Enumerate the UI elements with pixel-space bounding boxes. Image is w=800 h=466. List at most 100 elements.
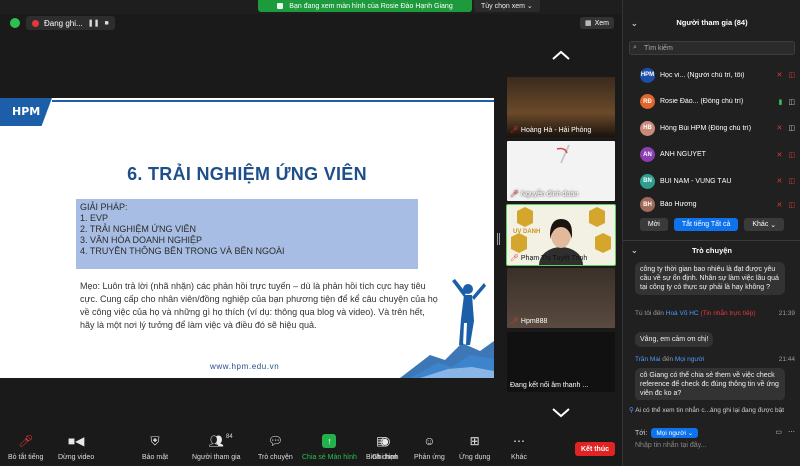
apps-label: Ứng dụng	[459, 454, 491, 461]
grid-icon: ▦	[585, 20, 592, 27]
unmute-label: Bỏ tắt tiếng	[8, 454, 44, 461]
hpm-logo: HPM	[12, 105, 41, 118]
chat-recipient[interactable]: Hoà Võ HC	[666, 310, 699, 317]
unmute-button[interactable]: 🎤︎ Bỏ tắt tiếng	[8, 434, 43, 461]
screen-share-banner: Bạn đang xem màn hình của Rosie Đào Hạnh…	[258, 0, 472, 12]
shared-slide: HPM 6. TRẢI NGHIỆM ỨNG VIÊN GIẢI PHÁP: 1…	[0, 98, 494, 378]
participants-header: ⌄ Người tham gia (84)	[623, 18, 800, 32]
mic-muted-icon: 🎤︎	[18, 434, 34, 448]
video-tile-active-speaker[interactable]: UV DANH 🎤︎ Phạm Thị Tuyết Trinh	[506, 204, 616, 266]
video-on-icon: ◫	[788, 125, 795, 132]
participant-row[interactable]: BH Bảo Hương ✕ ◫	[623, 195, 800, 215]
chat-tools: ▭ ⋯	[775, 428, 795, 436]
chat-meta: Tú tôi đến Hoà Võ HC (Tin nhắn trực tiếp…	[635, 310, 795, 317]
mic-muted-icon: ✕	[776, 201, 783, 209]
side-panel: ⌄ Người tham gia (84) ⌕ Tìm kiếm HPM Học…	[622, 0, 800, 466]
mic-muted-icon: ✕	[776, 178, 783, 185]
end-meeting-button[interactable]: Kết thúc	[575, 442, 615, 456]
participant-name: Rosie Đào... (Đồng chủ trì)	[660, 98, 744, 106]
video-tile[interactable]: 🎤︎ Nguyễn đình đoàn	[507, 141, 615, 201]
stop-icon[interactable]: ■	[104, 20, 108, 27]
solution-item: 4. TRUYỀN THÔNG BÊN TRONG VÀ BÊN NGOÀI	[80, 246, 285, 256]
victory-figure-illustration	[400, 279, 494, 378]
gallery-resize-handle[interactable]	[497, 233, 500, 245]
mute-all-button[interactable]: Tắt tiếng Tất cả	[673, 218, 739, 231]
pause-icon[interactable]: ❚❚	[88, 19, 100, 27]
participant-row[interactable]: HPM Học vi... (Người chủ trì, tôi) ✕ ◫	[623, 62, 800, 89]
chat-message: cô Giang có thể chia sẻ them về việc che…	[635, 368, 785, 400]
chat-sender: Trần Mai	[635, 356, 661, 363]
participant-row[interactable]: BN BÙI NAM - VŨNG TÀU ✕ ◫	[623, 168, 800, 195]
participant-name: BÙI NAM - VŨNG TÀU	[660, 177, 732, 185]
participants-search-input[interactable]: ⌕ Tìm kiếm	[629, 41, 795, 55]
collapse-chevron-icon[interactable]: ⌄	[631, 19, 638, 28]
recording-indicator: Đang ghi... ❚❚ ■	[10, 15, 115, 31]
chat-recipient[interactable]: Mọi người	[675, 356, 705, 363]
chat-sender: Tú tôi	[635, 310, 652, 317]
chat-messages[interactable]: công ty thời gian bao nhiêu là đạt được …	[623, 258, 800, 400]
view-layout-button[interactable]: ▦ Xem	[580, 17, 615, 29]
more-button[interactable]: ⋯ Khác	[511, 434, 527, 461]
recipient-select[interactable]: Mọi người ⌄	[651, 428, 699, 438]
slide-title: 6. TRẢI NGHIỆM ỨNG VIÊN	[127, 164, 367, 184]
solution-box: GIẢI PHÁP: 1. EVP 2. TRẢI NGHIỆM ỨNG VIÊ…	[76, 199, 418, 269]
apps-button[interactable]: ⊞ Ứng dụng	[459, 434, 490, 461]
stop-video-button[interactable]: ■◀ Dừng video	[58, 434, 94, 461]
more-label: Khác	[752, 221, 769, 228]
mic-muted-icon: 🎤︎	[510, 127, 519, 134]
chat-icon: 💬︎	[267, 434, 283, 448]
avatar: BH	[640, 197, 655, 212]
gallery-scroll-up-icon[interactable]	[551, 50, 571, 60]
security-label: Bảo mật	[142, 454, 169, 461]
record-label: Ghi hình	[372, 454, 399, 461]
reactions-button[interactable]: ☺ Phản ứng	[414, 434, 445, 461]
participants-button[interactable]: 👥︎ 84 Người tham gia	[192, 434, 241, 461]
recording-label: Đang ghi...	[44, 18, 83, 28]
video-tile[interactable]: 🎤︎ Hoàng Hà - Hải Phòng	[507, 77, 615, 137]
file-icon[interactable]: ▭	[775, 428, 782, 436]
avatar: HB	[640, 120, 655, 136]
tile-logo-text: UV DANH	[513, 229, 541, 235]
mic-muted-icon: ✕	[776, 72, 783, 79]
chat-button[interactable]: 💬︎ Trò chuyện	[258, 434, 293, 461]
security-button[interactable]: ⛨ Bảo mật	[142, 434, 168, 461]
participant-row[interactable]: RĐ Rosie Đào... (Đồng chủ trì) ▮ ◫	[623, 89, 800, 116]
video-tile[interactable]: Đang kết nối âm thanh ...	[507, 332, 615, 392]
more-options-icon[interactable]: ⋯	[788, 428, 795, 436]
encryption-shield-icon	[10, 18, 20, 28]
mic-muted-icon: ✕	[776, 151, 783, 159]
record-button[interactable]: ◉ Ghi hình	[372, 434, 398, 461]
recipient-value: Mọi người	[656, 430, 686, 437]
recording-pill[interactable]: Đang ghi... ❚❚ ■	[26, 16, 115, 30]
invite-button[interactable]: Mời	[639, 218, 668, 231]
shield-icon: ⛨	[150, 434, 160, 448]
view-options-dropdown[interactable]: Tùy chọn xem ⌄	[474, 0, 540, 12]
more-participant-options-button[interactable]: Khác ⌄	[744, 218, 785, 231]
participant-row[interactable]: AN ANH NGUYET ✕ ◫	[623, 142, 800, 169]
chat-input[interactable]: Nhập tin nhắn tại đây...	[635, 442, 706, 449]
chat-meta: Trần Mai đến Mọi người 21:44	[635, 356, 795, 363]
search-icon: ⌕	[633, 44, 637, 51]
participant-row[interactable]: HB Hồng Bùi HPM (Đồng chủ trì) ✕ ◫	[623, 115, 800, 142]
participant-actions: Mời Tắt tiếng Tất cả Khác ⌄	[623, 218, 800, 232]
avatar: AN	[640, 147, 655, 163]
tile-name-label: Hpm888	[520, 317, 548, 325]
panel-divider	[623, 240, 800, 241]
participant-name: ANH NGUYET	[660, 151, 706, 159]
gallery-scroll-down-icon[interactable]	[551, 408, 571, 418]
chat-message: Vâng, em cảm ơn chị!	[635, 332, 714, 347]
chat-time: 21:39	[778, 310, 795, 317]
video-on-icon: ◫	[788, 98, 795, 106]
avatar: HPM	[640, 67, 655, 83]
share-screen-button[interactable]: ↑ Chia sẻ Màn hình	[302, 434, 357, 461]
chat-header: ⌄ Trò chuyện	[623, 246, 800, 255]
stop-video-label: Dừng video	[58, 454, 95, 461]
video-tile[interactable]: 🎤︎ Hpm888	[507, 268, 615, 328]
avatar: BN	[640, 173, 655, 189]
share-screen-icon: ↑	[322, 434, 337, 448]
chat-notice-text: Ai có thể xem tin nhắn c...ảng ghi lại đ…	[635, 407, 785, 414]
solution-item: 2. TRẢI NGHIỆM ỨNG VIÊN	[80, 224, 197, 234]
solution-heading: GIẢI PHÁP:	[80, 202, 128, 212]
chat-to-word: đến	[662, 356, 674, 363]
collapse-chevron-icon[interactable]: ⌄	[631, 246, 638, 255]
